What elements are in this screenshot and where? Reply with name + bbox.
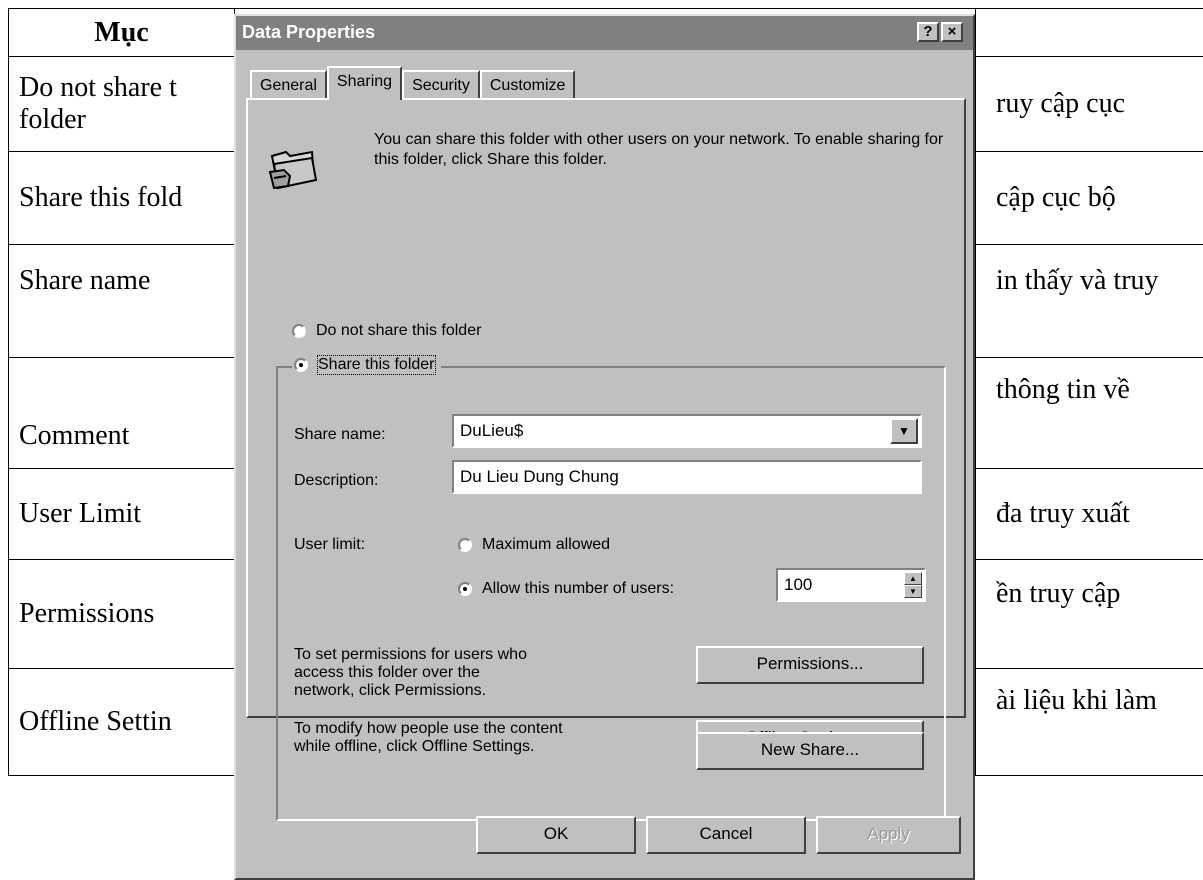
radio-label: Allow this number of users: [482,580,674,598]
table-cell: Permissions [9,560,235,669]
description-value: Du Lieu Dung Chung [460,467,619,486]
radio-label: Maximum allowed [482,536,610,554]
tab-general[interactable]: General [250,70,327,98]
offline-text: To modify how people use the content whi… [294,720,594,756]
table-cell: ài liệu khi làm [976,669,1203,776]
share-name-value: DuLieu$ [460,421,523,440]
tab-security[interactable]: Security [402,70,480,98]
radio-allow-number[interactable]: Allow this number of users: [458,580,674,598]
user-count-spinner[interactable]: 100 ▲ ▼ [776,568,926,602]
sharing-tab-panel: You can share this folder with other use… [246,98,966,718]
share-name-label: Share name: [294,426,386,444]
folder-share-icon [268,142,320,194]
close-button[interactable]: × [941,22,963,42]
table-cell: ruy cập cục [976,57,1203,152]
description-input[interactable]: Du Lieu Dung Chung [452,460,922,494]
data-properties-dialog: Data Properties ? × General Sharing Secu… [234,14,975,880]
radio-share-this-folder[interactable]: Share this folder [292,356,441,374]
title-bar[interactable]: Data Properties ? × [236,16,973,50]
radio-do-not-share[interactable]: Do not share this folder [292,322,481,340]
spin-down-icon[interactable]: ▼ [904,585,922,598]
ok-button[interactable]: OK [476,816,636,854]
user-count-value: 100 [784,575,812,594]
share-name-combobox[interactable]: DuLieu$ ▼ [452,414,922,448]
table-cell: ền truy cập [976,560,1203,669]
table-cell: in thấy và truy [976,245,1203,358]
cancel-button[interactable]: Cancel [646,816,806,854]
radio-maximum-allowed[interactable]: Maximum allowed [458,536,610,554]
tab-strip: General Sharing Security Customize [250,66,575,98]
radio-dot [294,358,308,372]
apply-button[interactable]: Apply [816,816,961,854]
radio-dot [458,582,472,596]
table-cell: đa truy xuất [976,469,1203,560]
dialog-title: Data Properties [242,22,375,43]
help-button[interactable]: ? [917,22,939,42]
intro-text: You can share this folder with other use… [374,130,964,170]
permissions-button[interactable]: Permissions... [696,646,924,684]
table-cell: Comment [9,358,235,469]
tab-sharing[interactable]: Sharing [327,66,402,100]
radio-label: Share this folder [318,356,435,374]
table-cell: Share this fold [9,152,235,245]
header-cell-muc: Mục [9,9,235,57]
permissions-text: To set permissions for users who access … [294,646,544,700]
dropdown-arrow-icon[interactable]: ▼ [890,418,918,444]
spin-up-icon[interactable]: ▲ [904,572,922,585]
radio-dot [458,538,472,552]
user-limit-label: User limit: [294,536,365,554]
tab-customize[interactable]: Customize [480,70,576,98]
table-cell: Offline Settin [9,669,235,776]
table-cell: thông tin về [976,358,1203,469]
table-cell: Share name [9,245,235,358]
radio-label: Do not share this folder [316,322,481,340]
table-cell: cập cục bộ [976,152,1203,245]
table-cell: User Limit [9,469,235,560]
radio-dot [292,324,306,338]
table-cell: Do not share tfolder [9,57,235,152]
new-share-button[interactable]: New Share... [696,732,924,770]
description-label: Description: [294,472,378,490]
